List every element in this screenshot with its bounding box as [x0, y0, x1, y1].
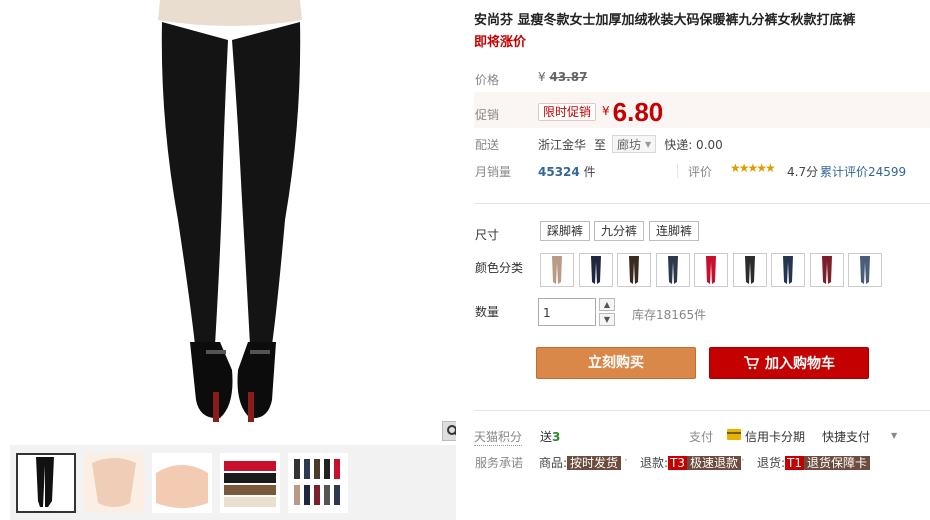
- service3-prefix: 退货:: [757, 456, 786, 470]
- destination-select[interactable]: 廊坊 ▼: [612, 135, 657, 153]
- main-product-image[interactable]: [10, 0, 456, 442]
- promo-currency: ¥: [602, 104, 610, 118]
- promo-tag: 限时促销: [538, 103, 597, 121]
- chevron-down-icon: ▼: [645, 139, 652, 149]
- thumbnail-4[interactable]: [220, 453, 280, 513]
- shipping-from: 浙江金华: [538, 137, 587, 152]
- product-subtitle: 即将涨价: [474, 35, 527, 50]
- product-title: 安尚芬 显瘦冬款女士加厚加绒秋装大码保暖裤九分裤女秋款打底裤: [474, 13, 856, 28]
- color-swatch-1[interactable]: [540, 253, 574, 287]
- service-return-card[interactable]: 退货: T1 退货保障卡: [757, 454, 871, 471]
- separator-dot: ·: [624, 453, 628, 467]
- credit-installment[interactable]: 信用卡分期: [745, 428, 805, 445]
- color-swatch-7[interactable]: [771, 253, 805, 287]
- points-number: 3: [552, 430, 561, 444]
- service-ontime[interactable]: 商品: 按时发货: [539, 454, 622, 471]
- rating-label: 评价: [688, 165, 713, 179]
- color-label: 颜色分类: [475, 261, 524, 275]
- divider: [474, 410, 930, 411]
- points-value: 送3: [540, 428, 560, 445]
- add-to-cart-button[interactable]: 加入购物车: [709, 347, 869, 379]
- price-label: 价格: [475, 73, 500, 87]
- promo-price-value: 6.80: [612, 97, 664, 127]
- color-swatch-9[interactable]: [848, 253, 882, 287]
- increase-arrow-icon[interactable]: ▲: [599, 298, 615, 311]
- rating-stars-icon: ★★★★★: [730, 161, 776, 175]
- shipping-to-word: 至: [594, 137, 607, 152]
- service3-t: T1: [785, 456, 805, 470]
- quantity-input[interactable]: 1: [538, 298, 596, 326]
- promo-label: 促销: [475, 108, 500, 122]
- credit-card-icon: [727, 429, 741, 440]
- thumbnail-2[interactable]: [84, 453, 144, 513]
- promo-price: ¥6.80: [602, 97, 663, 128]
- service-fast-refund[interactable]: 退款: T3 极速退款: [640, 454, 742, 471]
- chevron-down-icon[interactable]: ▼: [891, 431, 897, 440]
- stock-count: 库存18165件: [632, 308, 707, 322]
- color-swatch-8[interactable]: [809, 253, 844, 287]
- service1-prefix: 商品:: [539, 456, 568, 470]
- sales-label: 月销量: [475, 165, 512, 179]
- sales-count: 45324: [538, 165, 580, 179]
- separator-dot: ·: [741, 453, 745, 467]
- thumbnail-1[interactable]: [16, 453, 76, 513]
- divider: [474, 203, 930, 204]
- leggings-photo: [158, 0, 302, 422]
- original-price: ¥ 43.87: [538, 70, 587, 84]
- add-to-cart-label: 加入购物车: [765, 356, 835, 372]
- thumbnail-3[interactable]: [152, 453, 212, 513]
- color-swatch-6[interactable]: [732, 253, 767, 287]
- service-label: 服务承诺: [475, 456, 524, 470]
- rating-score: 4.7分: [787, 165, 819, 179]
- size-option-3[interactable]: 连脚裤: [649, 221, 700, 241]
- size-option-1[interactable]: 踩脚裤: [540, 221, 591, 241]
- thumbnail-strip: [10, 445, 456, 520]
- color-swatch-3[interactable]: [617, 253, 651, 287]
- monthly-sales: 45324 件: [538, 163, 596, 180]
- zoom-icon[interactable]: [442, 421, 456, 441]
- price-value: 43.87: [549, 70, 588, 84]
- payment-label: 支付: [689, 430, 714, 444]
- destination-value: 廊坊: [617, 137, 642, 152]
- service2-t: T3: [668, 456, 688, 470]
- size-label: 尺寸: [475, 228, 500, 242]
- points-prefix: 送: [540, 430, 553, 444]
- sales-unit: 件: [583, 165, 596, 179]
- shipping-label: 配送: [475, 138, 500, 152]
- tmall-points-label[interactable]: 天猫积分: [474, 428, 523, 446]
- divider-vertical: [677, 164, 678, 178]
- decrease-arrow-icon[interactable]: ▼: [599, 313, 615, 326]
- color-swatch-5[interactable]: [694, 253, 728, 287]
- price-currency: ¥: [538, 70, 546, 84]
- service2-prefix: 退款:: [640, 456, 669, 470]
- cart-icon: [744, 356, 759, 370]
- quantity-label: 数量: [475, 305, 500, 319]
- thumbnail-5[interactable]: [288, 453, 348, 513]
- buy-now-button[interactable]: 立刻购买: [536, 347, 696, 379]
- service1-tag: 按时发货: [567, 456, 622, 470]
- shipping-info: 浙江金华 至 廊坊 ▼ 快递: 0.00: [538, 135, 723, 153]
- quick-pay[interactable]: 快捷支付: [822, 428, 870, 445]
- express-fee: 快递: 0.00: [664, 137, 723, 152]
- size-option-2[interactable]: 九分裤: [594, 221, 645, 241]
- color-swatch-4[interactable]: [655, 253, 690, 287]
- cumulative-reviews-link[interactable]: 累计评价24599: [820, 163, 906, 180]
- service3-tag: 退货保障卡: [804, 456, 871, 470]
- service2-tag: 极速退款: [687, 456, 742, 470]
- color-swatch-2[interactable]: [578, 253, 613, 287]
